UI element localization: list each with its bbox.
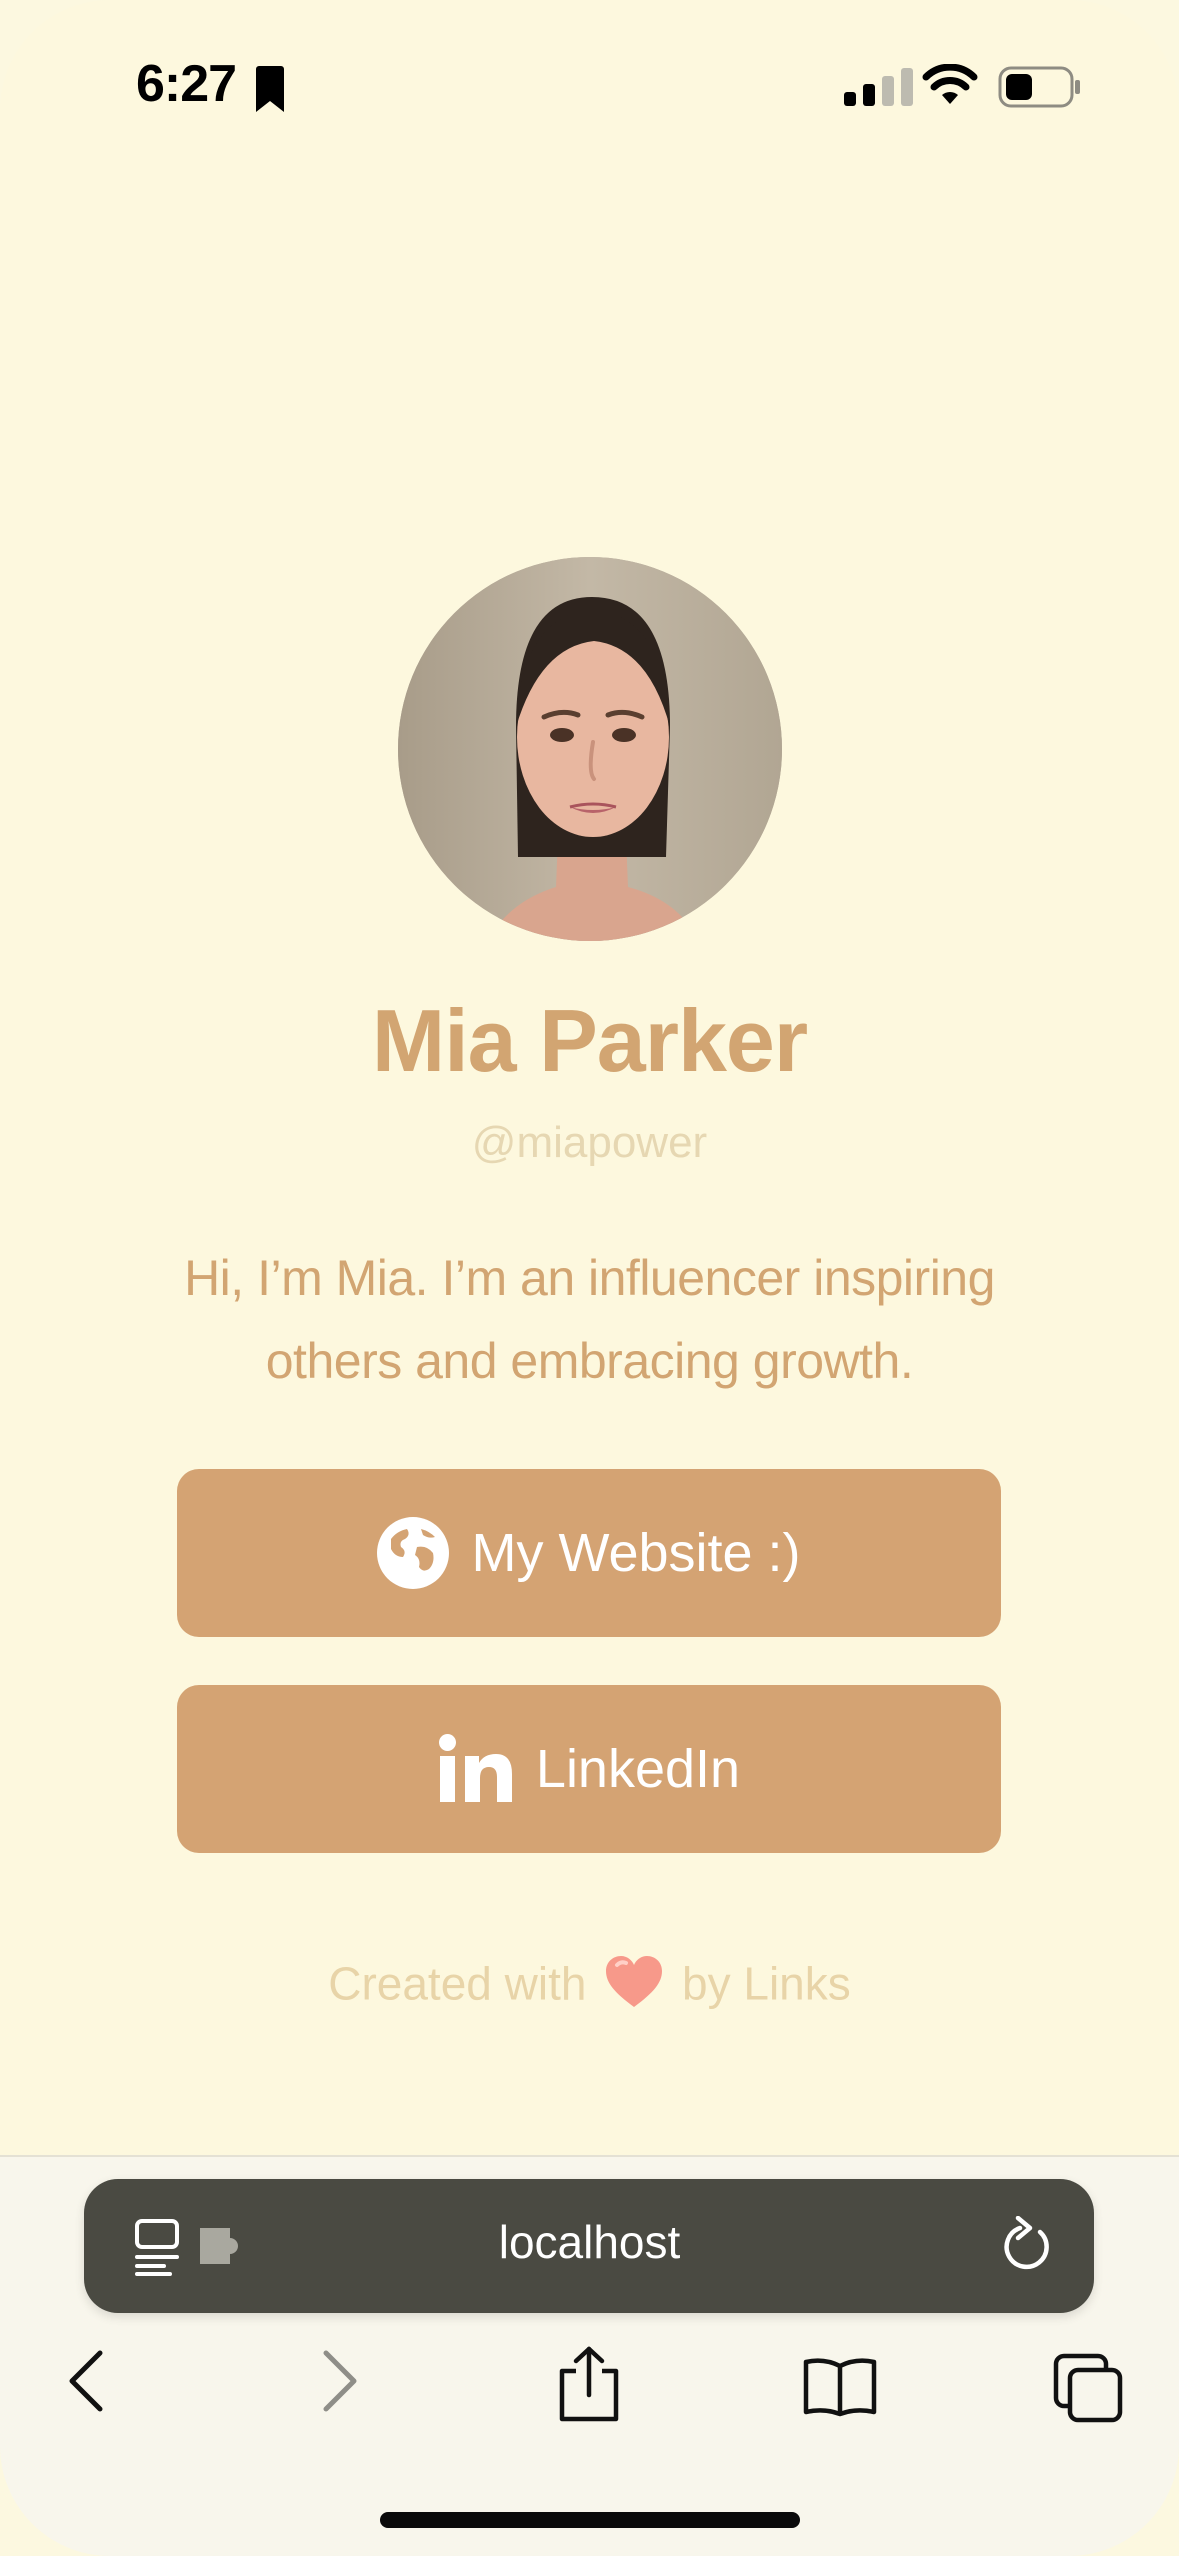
globe-icon — [377, 1517, 450, 1589]
battery-icon — [998, 66, 1080, 108]
home-indicator — [380, 2512, 800, 2528]
bio-line-1: Hi, I’m Mia. I’m an influencer inspiring — [184, 1250, 995, 1306]
share-icon[interactable] — [554, 2345, 624, 2423]
website-link-label: My Website :) — [471, 1523, 801, 1583]
footer-prefix: Created with — [328, 1957, 587, 2010]
tabs-icon[interactable] — [1052, 2352, 1124, 2424]
forward-icon[interactable] — [320, 2350, 360, 2412]
bookmarks-icon[interactable] — [800, 2356, 880, 2418]
linkedin-icon — [438, 1734, 514, 1804]
linkedin-link-label: LinkedIn — [535, 1739, 741, 1799]
page: 6:27 Mia Parker @miapower Hi, I’m Mia. I… — [0, 0, 1179, 2556]
profile-handle: @miapower — [471, 1118, 708, 1167]
linkedin-link-button[interactable]: LinkedIn — [177, 1685, 1001, 1853]
bio-line-2: others and embracing growth. — [265, 1333, 914, 1389]
bookmark-status-icon — [256, 66, 284, 112]
back-icon[interactable] — [66, 2350, 106, 2412]
status-time: 6:27 — [136, 55, 237, 113]
profile-bio: Hi, I’m Mia. I’m an influencer inspiring… — [150, 1237, 1029, 1403]
footer-credit: Created with by Links — [0, 1955, 1179, 2020]
cellular-signal-icon — [844, 68, 913, 106]
status-bar: 6:27 — [0, 0, 1179, 170]
footer-suffix: by Links — [682, 1957, 851, 2010]
reload-icon[interactable] — [1000, 2216, 1054, 2274]
wifi-icon — [922, 64, 978, 104]
heart-icon — [605, 1955, 663, 2020]
profile-name: Mia Parker — [371, 991, 808, 1090]
website-link-button[interactable]: My Website :) — [177, 1469, 1001, 1637]
avatar — [398, 557, 782, 941]
